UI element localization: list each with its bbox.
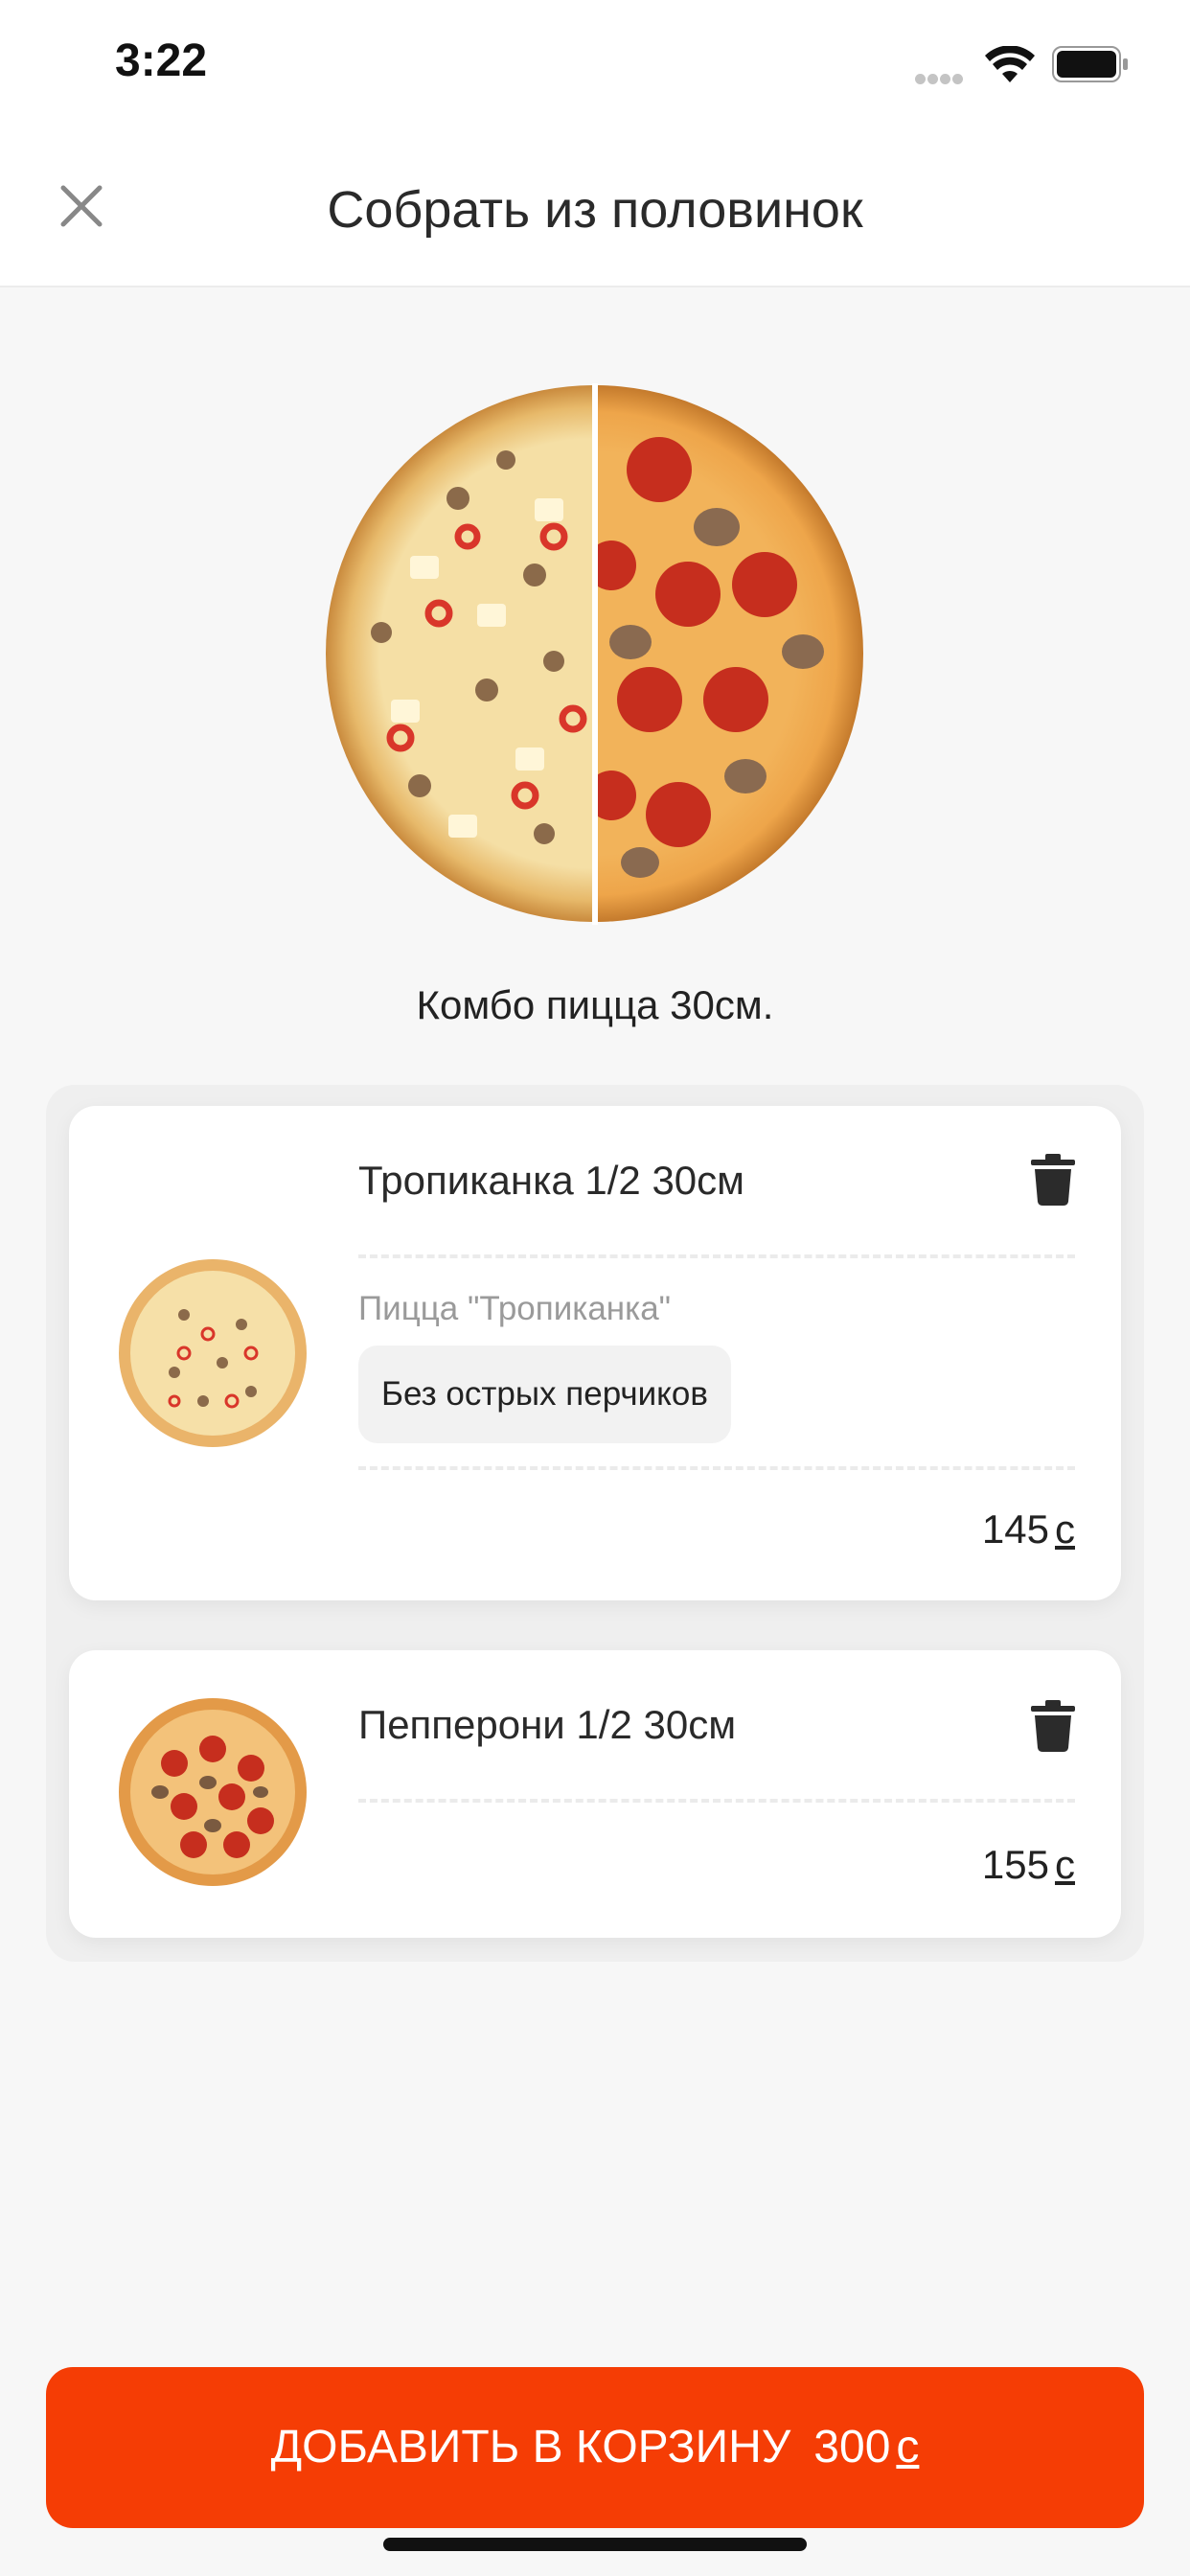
divider	[358, 1799, 1075, 1803]
modifier-chip: Без острых перчиков	[358, 1346, 731, 1443]
half-items-list: Тропиканка 1/2 30см Пицца "Тропиканка" Б…	[46, 1085, 1144, 1962]
status-time: 3:22	[115, 35, 208, 86]
combo-title: Комбо пицца 30см.	[416, 982, 774, 1027]
signal-dots-icon	[915, 72, 965, 89]
tropicanka-thumbnail	[119, 1259, 307, 1447]
add-to-cart-price: 300	[813, 2422, 891, 2472]
item-price: 155 с	[981, 1842, 1075, 1887]
battery-icon	[1052, 46, 1128, 82]
list-item: Тропиканка 1/2 30см Пицца "Тропиканка" Б…	[69, 1106, 1121, 1600]
currency-symbol: с	[896, 2422, 920, 2472]
home-indicator	[383, 2538, 807, 2551]
combo-pizza-image	[326, 383, 863, 925]
divider	[358, 1254, 1075, 1258]
item-name: Тропиканка 1/2 30см	[358, 1158, 745, 1203]
wifi-icon	[985, 46, 1035, 82]
trash-icon[interactable]	[1031, 1154, 1075, 1206]
page-title: Собрать из половинок	[327, 181, 863, 239]
list-item: Пепперони 1/2 30см 155 с	[69, 1650, 1121, 1938]
add-to-cart-button[interactable]: ДОБАВИТЬ В КОРЗИНУ 300 с	[46, 2367, 1144, 2528]
trash-icon[interactable]	[1031, 1700, 1075, 1752]
currency-symbol: с	[1055, 1506, 1075, 1552]
pepperoni-thumbnail	[119, 1698, 307, 1886]
header: Собрать из половинок	[0, 144, 1190, 288]
add-to-cart-label: ДОБАВИТЬ В КОРЗИНУ	[270, 2422, 791, 2472]
currency-symbol: с	[1055, 1842, 1075, 1887]
item-price: 145 с	[981, 1506, 1075, 1552]
divider	[358, 1466, 1075, 1470]
item-name: Пепперони 1/2 30см	[358, 1702, 737, 1747]
item-subtitle: Пицца "Тропиканка"	[358, 1290, 672, 1327]
status-bar: 3:22	[0, 0, 1190, 144]
